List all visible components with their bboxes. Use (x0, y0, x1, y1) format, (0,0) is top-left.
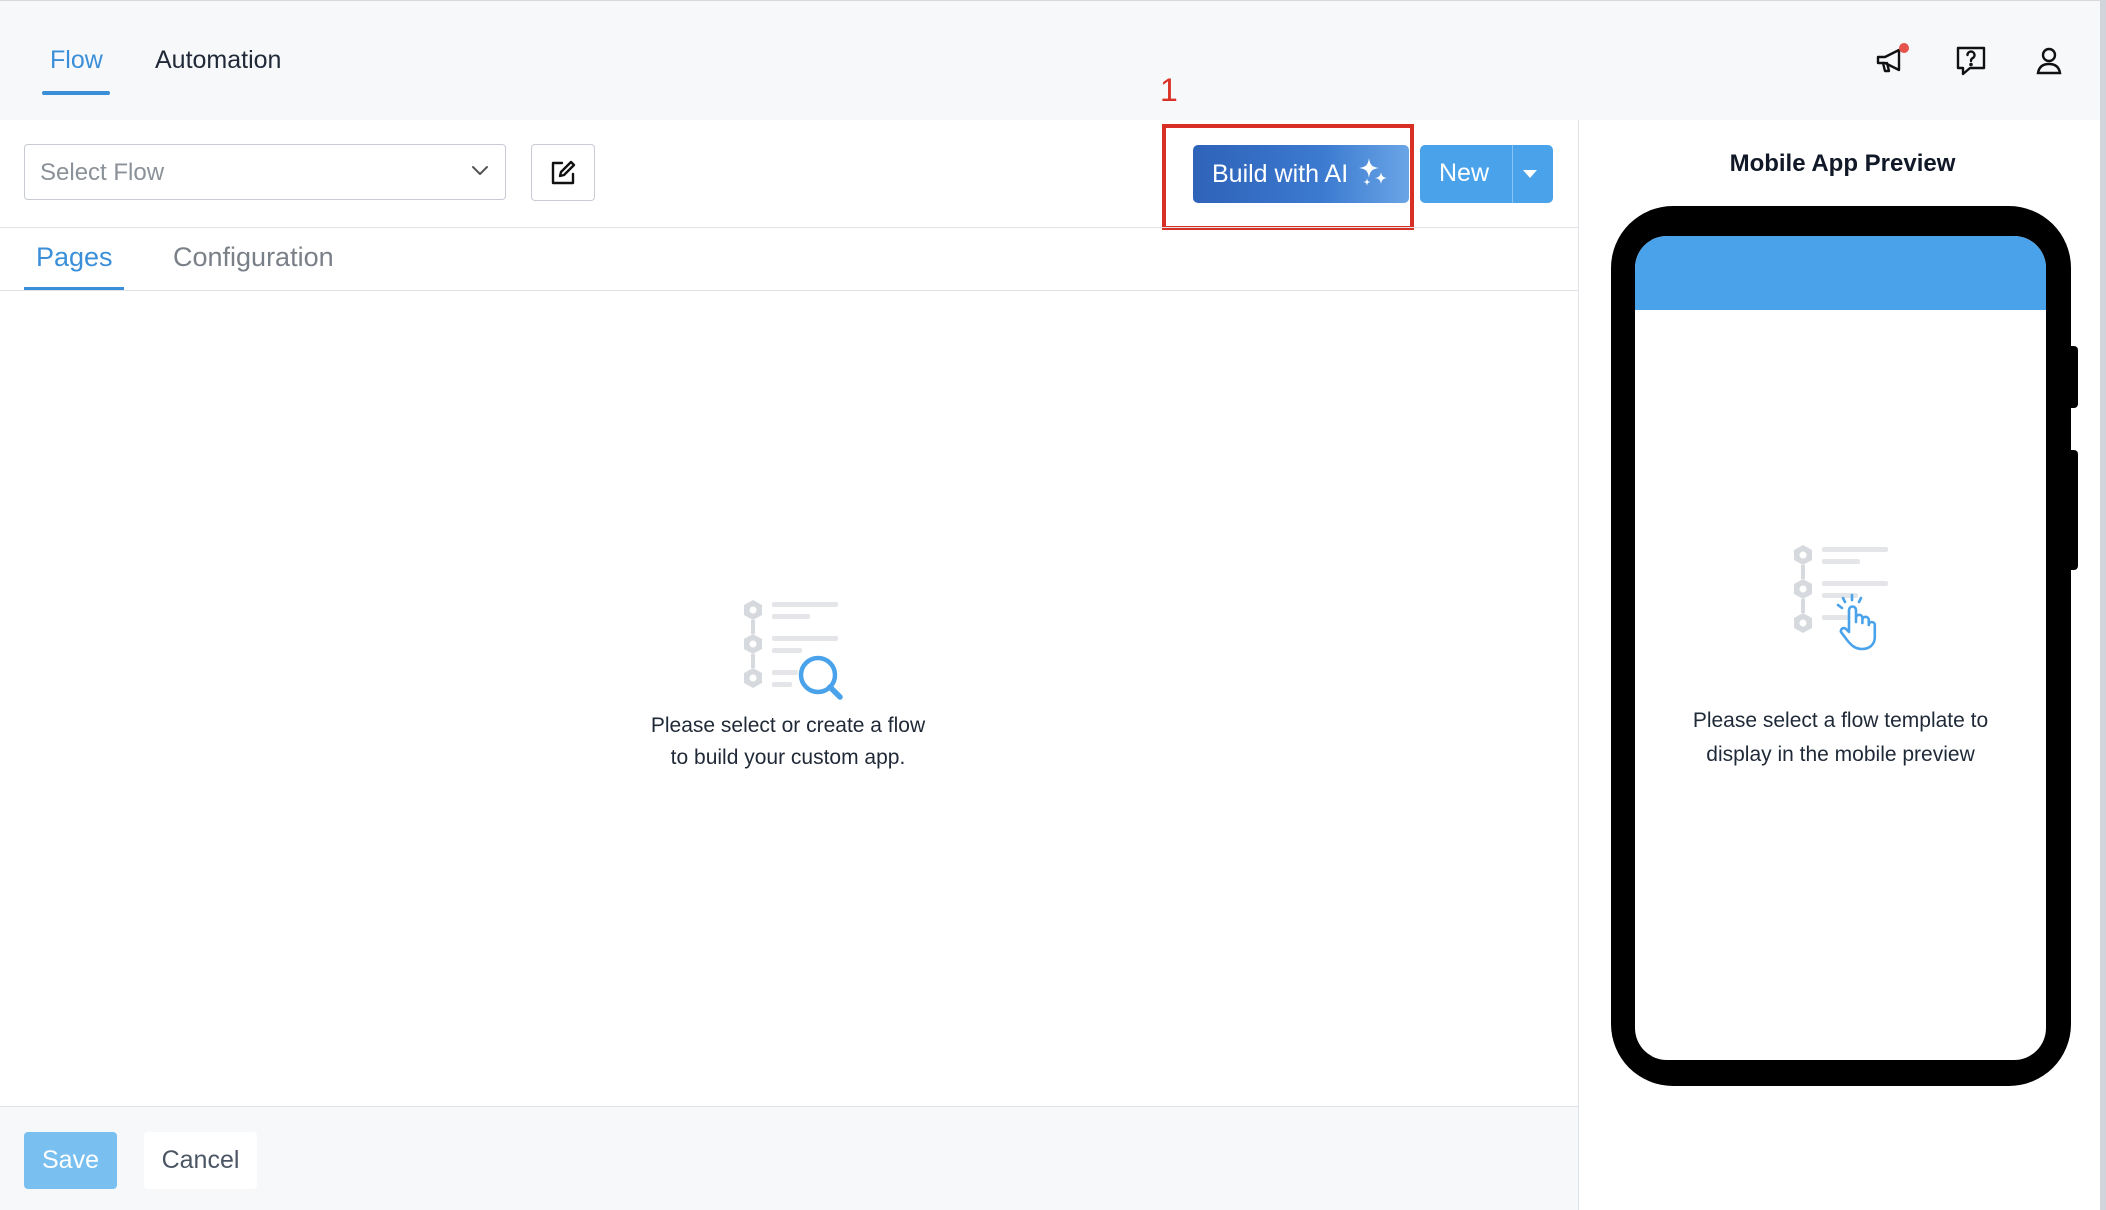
user-icon[interactable] (2031, 43, 2067, 79)
window-edge (2100, 0, 2106, 1210)
save-button[interactable]: Save (24, 1132, 117, 1189)
split-separator (1512, 145, 1513, 203)
app-window: Flow Automation Select Flow 1 Build with… (0, 0, 2106, 1210)
build-with-ai-button[interactable]: Build with AI (1193, 145, 1409, 203)
phone-screen: Please select a flow template to display… (1635, 236, 2046, 1060)
tab-configuration[interactable]: Configuration (173, 242, 334, 273)
top-nav-bar: Flow Automation (0, 0, 2106, 121)
select-flow-dropdown[interactable]: Select Flow (24, 144, 506, 200)
phone-frame: Please select a flow template to display… (1611, 206, 2078, 1086)
notification-dot (1899, 43, 1909, 53)
mobile-preview-panel: Mobile App Preview Please select a flow … (1579, 120, 2106, 1210)
empty-state-message: Please select or create a flow to build … (588, 710, 988, 774)
empty-state-line-1: Please select or create a flow (650, 714, 926, 737)
flow-search-illustration (730, 595, 850, 710)
preview-message: Please select a flow template to display… (1635, 704, 2046, 772)
preview-message-line-2: display in the mobile preview (1706, 743, 1975, 766)
phone-app-header (1635, 236, 2046, 310)
new-label: New (1439, 159, 1490, 187)
edit-icon (551, 160, 576, 184)
flow-editor-panel: Select Flow 1 Build with AI New Pages Co… (0, 72, 1579, 1210)
build-with-ai-label: Build with AI (1212, 159, 1349, 188)
nav-tab-active-indicator (42, 91, 110, 95)
megaphone-icon[interactable] (1874, 43, 1910, 79)
nav-tab-flow[interactable]: Flow (50, 43, 103, 77)
edit-flow-button[interactable] (531, 144, 595, 201)
form-footer: Save Cancel (0, 1106, 1578, 1210)
help-chat-icon[interactable] (1953, 43, 1989, 79)
toolbar-divider (0, 227, 1578, 228)
caret-down-icon[interactable] (1523, 170, 1537, 178)
preview-title: Mobile App Preview (1729, 150, 1956, 177)
sparkle-icon (1358, 157, 1388, 192)
empty-state-line-2: to build your custom app. (670, 746, 906, 769)
phone-side-button-upper (2069, 346, 2078, 408)
tabs-divider (0, 290, 1578, 291)
new-flow-button[interactable]: New (1420, 145, 1553, 203)
select-flow-placeholder: Select Flow (40, 159, 165, 186)
nav-tab-automation[interactable]: Automation (155, 43, 281, 77)
chevron-down-icon (471, 164, 489, 182)
annotation-number: 1 (1160, 72, 1178, 108)
preview-message-line-1: Please select a flow template to (1692, 709, 1989, 732)
tab-pages[interactable]: Pages (36, 242, 113, 273)
phone-side-button-lower (2069, 450, 2078, 570)
flow-tap-illustration (1785, 542, 1901, 657)
cancel-button[interactable]: Cancel (144, 1132, 257, 1189)
